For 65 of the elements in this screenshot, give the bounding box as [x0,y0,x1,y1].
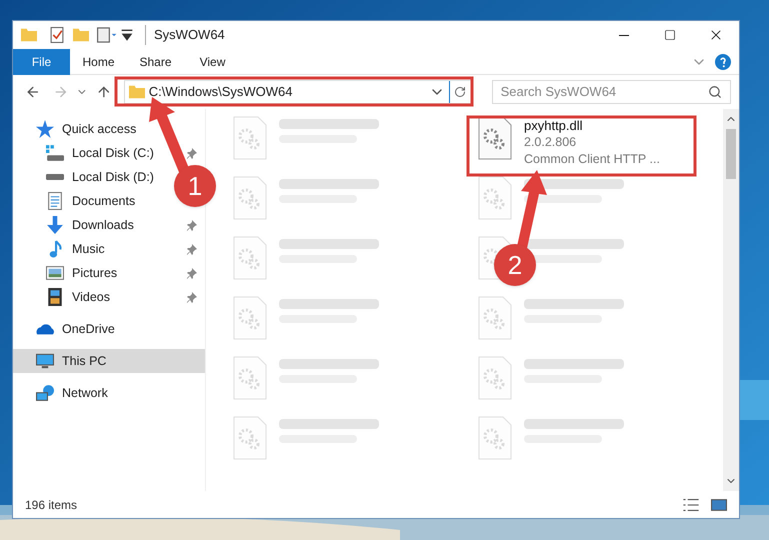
large-icons-view-icon[interactable] [711,498,727,510]
gear-document-icon [233,356,267,400]
sidebar-item[interactable]: Quick access [13,117,140,141]
sidebar-item[interactable]: Local Disk (D:) [13,165,158,189]
folder-icon [21,27,37,43]
view-options-icon [97,27,117,43]
gear-document-icon [233,416,267,460]
gear-document-icon [233,236,267,280]
download-arrow-icon [46,216,64,234]
ribbon-tab[interactable]: Home [70,48,127,74]
network-icon [36,384,54,402]
sidebar-item[interactable]: Local Disk (C:) [13,141,158,165]
file-name[interactable]: pxyhttp.dll [524,117,660,134]
scrollbar[interactable] [723,109,739,491]
star-icon [36,120,54,138]
address-field[interactable]: C:\Windows\SysWOW64 [148,82,429,102]
folder-icon [128,84,145,100]
sidebar-item[interactable]: Downloads [13,213,138,237]
film-icon [46,288,64,306]
window-title: SysWOW64 [145,25,225,45]
details-view-icon[interactable] [683,498,699,510]
ribbon-tab[interactable]: View [184,48,241,74]
sidebar-item[interactable]: Documents [13,189,140,213]
help-icon[interactable] [715,54,731,70]
document-icon [46,192,64,210]
pin-icon[interactable] [186,148,197,158]
refresh-icon [454,86,466,98]
gear-document-icon [478,296,512,340]
search-icon [708,85,722,99]
gear-document-icon [478,416,512,460]
sidebar-item[interactable]: This PC [13,349,205,373]
gear-document-icon [233,176,267,220]
drive-icon [46,144,64,162]
sidebar-item[interactable]: Network [13,381,112,405]
monitor-icon [36,352,54,370]
back-arrow-icon[interactable] [25,84,41,100]
pin-icon[interactable] [186,268,197,278]
gear-document-icon [478,116,512,160]
sidebar-item[interactable]: Pictures [13,261,122,285]
pin-icon[interactable] [186,220,197,230]
gear-document-icon [478,356,512,400]
ribbon-tab[interactable]: Share [127,48,184,74]
gear-document-icon [478,176,512,220]
search-box[interactable]: Search SysWOW64 [492,80,731,104]
dropdown-icon [121,29,133,41]
gear-document-icon [233,116,267,160]
new-folder-icon [73,27,89,43]
maximize-icon [664,29,676,41]
search-field[interactable]: Search SysWOW64 [500,82,708,102]
file-detail: 2.0.2.806 [524,134,578,151]
sidebar-item[interactable]: OneDrive [13,317,119,341]
item-count: 196 items [25,496,78,514]
gear-document-icon [233,296,267,340]
properties-icon [49,27,65,43]
pin-icon[interactable] [186,244,197,254]
file-detail: Common Client HTTP ... [524,151,660,168]
pin-icon[interactable] [186,292,197,302]
ribbon-tab[interactable]: File [13,48,70,74]
minimize-icon [619,34,629,36]
address-bar[interactable]: C:\Windows\SysWOW64 [124,80,472,104]
sidebar-item[interactable]: Videos [13,285,114,309]
picture-icon [46,264,64,282]
sidebar-item[interactable]: Music [13,237,109,261]
drive-icon [46,174,64,180]
scroll-thumb[interactable] [726,129,736,179]
